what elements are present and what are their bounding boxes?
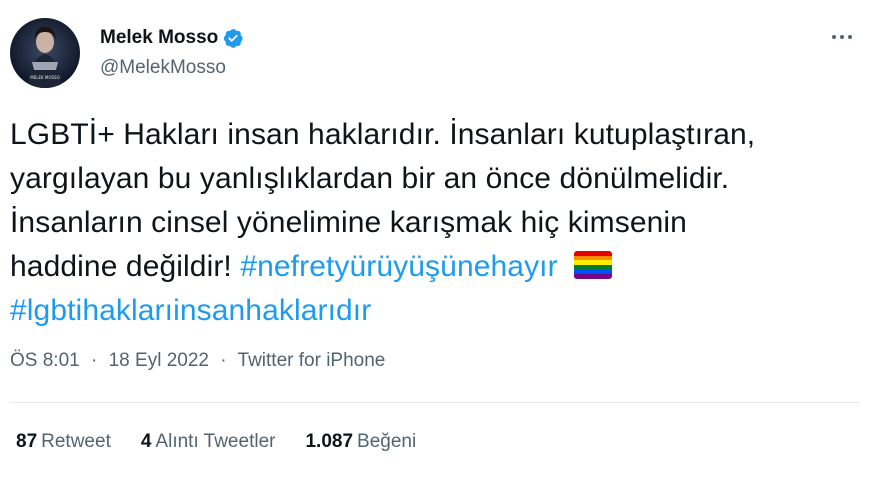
tweet-source[interactable]: Twitter for iPhone [238, 350, 386, 371]
divider [10, 402, 860, 403]
retweet-label: Retweet [41, 431, 111, 452]
tweet-time[interactable]: ÖS 8:01 [10, 350, 80, 371]
tweet-text-segment: haddine değildir! [10, 250, 232, 283]
retweet-count-link[interactable]: 87 Retweet [16, 431, 111, 453]
tweet-text-line-4: haddine değildir! #nefretyürüyüşünehayır [10, 245, 880, 289]
rainbow-flag-icon [574, 251, 613, 279]
hashtag-link-nefret[interactable]: #nefretyürüyüşünehayır [240, 250, 557, 283]
avatar-image: MELEK MOSSO [10, 18, 80, 88]
like-label: Beğeni [357, 431, 417, 452]
tweet-meta: ÖS 8:01 · 18 Eyl 2022 · Twitter for iPho… [10, 350, 385, 372]
retweet-count: 87 [16, 431, 38, 452]
author-display-name[interactable]: Melek Mosso [100, 27, 218, 49]
tweet-text-line-1: LGBTİ+ Hakları insan haklarıdır. İnsanla… [10, 118, 756, 151]
like-count-link[interactable]: 1.087 Beğeni [305, 431, 416, 453]
quote-count: 4 [140, 431, 152, 452]
tweet-date[interactable]: 18 Eyl 2022 [109, 350, 209, 371]
author-handle[interactable]: @MelekMosso [100, 57, 226, 79]
tweet-text-line-2: yargılayan bu yanlışlıklardan bir an önc… [10, 162, 730, 195]
avatar[interactable]: MELEK MOSSO [10, 18, 80, 88]
verified-badge-icon [222, 27, 244, 49]
meta-separator: · [91, 350, 98, 371]
meta-separator: · [220, 350, 227, 371]
avatar-caption: MELEK MOSSO [30, 75, 59, 80]
tweet-stats: 87 Retweet 4 Alıntı Tweetler 1.087 Beğeni [16, 431, 446, 453]
author-name-row: Melek Mosso [100, 27, 244, 49]
tweet-text-line-5: #lgbtihaklarıinsanhaklarıdır [10, 289, 880, 333]
hashtag-link-lgbti[interactable]: #lgbtihaklarıinsanhaklarıdır [10, 294, 371, 327]
quote-count-link[interactable]: 4 Alıntı Tweetler [141, 431, 276, 453]
tweet-text: LGBTİ+ Hakları insan haklarıdır. İnsanla… [10, 113, 880, 333]
tweet-card: MELEK MOSSO Melek Mosso @MelekMosso LGBT… [0, 0, 887, 480]
more-options-icon[interactable] [822, 22, 862, 52]
tweet-text-line-3: İnsanların cinsel yönelimine karışmak hi… [10, 206, 687, 239]
quote-label: Alıntı Tweetler [155, 431, 276, 452]
like-count: 1.087 [305, 431, 354, 452]
